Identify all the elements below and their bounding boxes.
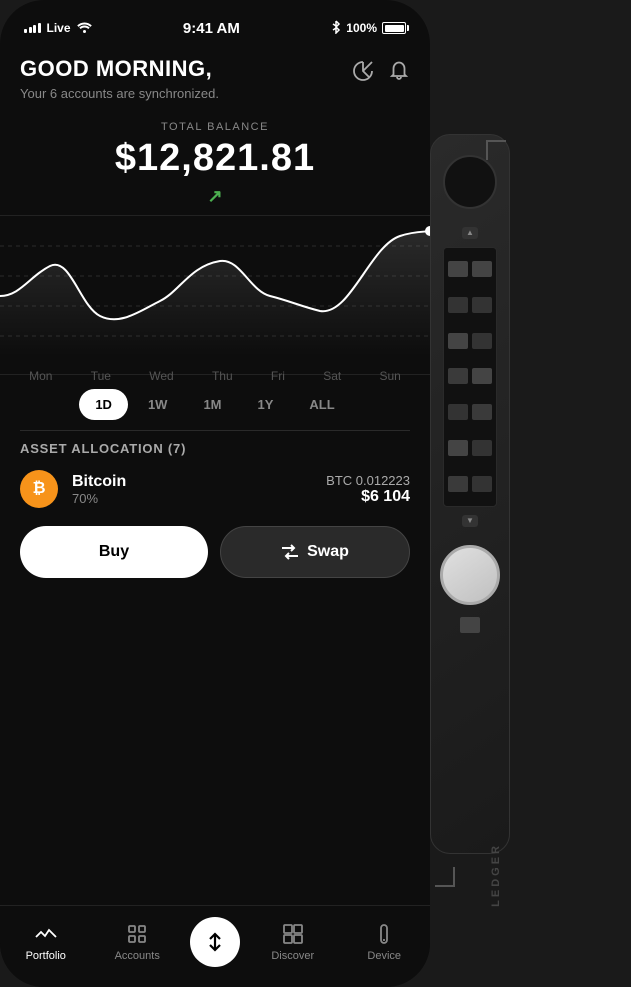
action-buttons: Buy Swap — [20, 526, 410, 588]
ledger-top-circle — [443, 155, 497, 209]
asset-item-bitcoin: ₿ Bitcoin 70% BTC 0.012223 $6 104 — [20, 470, 410, 508]
swap-label: Swap — [307, 543, 349, 561]
timeframe-selector: 1D 1W 1M 1Y ALL — [20, 389, 410, 420]
chart-label-fri: Fri — [271, 369, 285, 383]
ledger-confirm-button[interactable] — [440, 545, 500, 605]
battery-label: 100% — [346, 21, 377, 35]
balance-trend: ↗ — [20, 186, 410, 207]
nav-portfolio[interactable]: Portfolio — [0, 922, 91, 962]
ledger-brand-label: LEDGER — [490, 843, 502, 907]
accounts-label: Accounts — [115, 950, 160, 962]
screen-icon-13 — [448, 476, 468, 492]
chart-label-tue: Tue — [91, 369, 111, 383]
status-bar: Live 9:41 AM 100% — [0, 0, 430, 44]
screen-icon-11 — [448, 440, 468, 456]
asset-usd-bitcoin: $6 104 — [326, 488, 410, 506]
nav-discover[interactable]: Discover — [247, 922, 338, 962]
section-divider — [20, 430, 410, 431]
asset-values-bitcoin: BTC 0.012223 $6 104 — [326, 473, 410, 506]
screen-icon-4 — [472, 297, 492, 313]
transfer-button[interactable] — [190, 917, 240, 967]
balance-label: TOTAL BALANCE — [20, 121, 410, 133]
asset-pct-bitcoin: 70% — [72, 491, 312, 506]
timeframe-1w[interactable]: 1W — [132, 389, 184, 420]
screen-icon-7 — [448, 368, 468, 384]
chart-label-mon: Mon — [29, 369, 52, 383]
trend-arrow-icon: ↗ — [207, 186, 222, 207]
ledger-down-button[interactable]: ▼ — [462, 515, 478, 527]
ledger-device: ▲ ▼ LEDGER — [400, 0, 520, 987]
signal-icon — [24, 23, 41, 33]
discover-label: Discover — [271, 950, 314, 962]
asset-name-bitcoin: Bitcoin — [72, 473, 312, 491]
bitcoin-icon: ₿ — [20, 470, 58, 508]
screen-icon-2 — [472, 261, 492, 277]
chart-label-sat: Sat — [323, 369, 341, 383]
accounts-icon — [125, 922, 149, 946]
greeting-block: GOOD MORNING, Your 6 accounts are synchr… — [20, 56, 219, 101]
greeting-subtitle: Your 6 accounts are synchronized. — [20, 86, 219, 101]
chart-section: Mon Tue Wed Thu Fri Sat Sun — [0, 215, 430, 375]
screen-icon-10 — [472, 404, 492, 420]
time-display: 9:41 AM — [183, 20, 240, 37]
swap-icon — [281, 543, 299, 561]
status-right: 100% — [331, 20, 406, 37]
swap-button[interactable]: Swap — [220, 526, 410, 578]
bottom-nav: Portfolio Accounts — [0, 905, 430, 987]
portfolio-label: Portfolio — [26, 950, 66, 962]
bluetooth-icon — [331, 20, 341, 37]
ledger-corner-br — [435, 867, 455, 887]
asset-info-bitcoin: Bitcoin 70% — [72, 473, 312, 506]
asset-crypto-bitcoin: BTC 0.012223 — [326, 473, 410, 488]
greeting-title: GOOD MORNING, — [20, 56, 219, 82]
screen-icon-12 — [472, 440, 492, 456]
chart-label-sun: Sun — [379, 369, 400, 383]
timeframe-1y[interactable]: 1Y — [242, 389, 290, 420]
timeframe-all[interactable]: ALL — [293, 389, 350, 420]
ledger-corner-tl — [486, 140, 506, 160]
ledger-screen — [443, 247, 497, 507]
screen-icon-1 — [448, 261, 468, 277]
portfolio-icon — [34, 922, 58, 946]
balance-section: TOTAL BALANCE $12,821.81 ↗ — [20, 121, 410, 207]
ledger-body: ▲ ▼ — [430, 134, 510, 854]
timeframe-1d[interactable]: 1D — [79, 389, 128, 420]
timeframe-1m[interactable]: 1M — [187, 389, 237, 420]
nav-transfer-center — [183, 917, 247, 967]
wifi-icon — [77, 21, 92, 36]
ledger-side-icon — [460, 617, 480, 633]
ledger-up-button[interactable]: ▲ — [462, 227, 478, 239]
chart-svg — [0, 216, 430, 356]
screen-icon-5 — [448, 333, 468, 349]
screen-icon-9 — [448, 404, 468, 420]
screen-icon-6 — [472, 333, 492, 349]
device-label: Device — [367, 950, 401, 962]
device-icon — [372, 922, 396, 946]
carrier-label: Live — [47, 21, 71, 35]
buy-button[interactable]: Buy — [20, 526, 208, 578]
discover-icon — [281, 922, 305, 946]
screen-icon-8 — [472, 368, 492, 384]
chart-x-labels: Mon Tue Wed Thu Fri Sat Sun — [0, 361, 430, 383]
main-content: GOOD MORNING, Your 6 accounts are synchr… — [0, 44, 430, 905]
phone-frame: Live 9:41 AM 100% — [0, 0, 430, 987]
screen-icon-3 — [448, 297, 468, 313]
chart-pie-icon[interactable] — [352, 60, 374, 82]
balance-amount: $12,821.81 — [20, 137, 410, 180]
status-left: Live — [24, 21, 92, 36]
chart-label-wed: Wed — [149, 369, 173, 383]
asset-allocation-title: ASSET ALLOCATION (7) — [20, 441, 410, 456]
chart-label-thu: Thu — [212, 369, 233, 383]
header-section: GOOD MORNING, Your 6 accounts are synchr… — [20, 56, 410, 101]
screen-icon-14 — [472, 476, 492, 492]
transfer-icon — [204, 931, 226, 953]
nav-accounts[interactable]: Accounts — [91, 922, 182, 962]
